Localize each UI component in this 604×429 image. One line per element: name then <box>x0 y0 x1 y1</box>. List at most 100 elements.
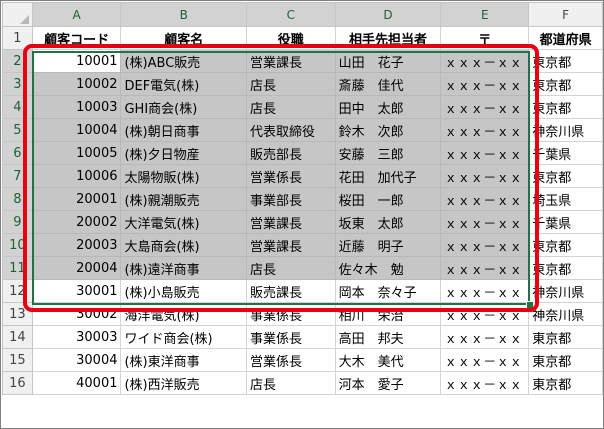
cell-a15[interactable]: 30004 <box>31 348 122 372</box>
cell-e4[interactable]: ｘｘｘ－ｘｘ <box>440 95 530 119</box>
row-header-5[interactable]: 5 <box>2 118 33 142</box>
row-header-3[interactable]: 3 <box>2 72 33 96</box>
cell-d9[interactable]: 坂東 太郎 <box>334 210 442 234</box>
cell-f1-header[interactable]: 都道府県 <box>528 26 603 50</box>
cell-c14[interactable]: 事業係長 <box>245 325 336 349</box>
row-header-8[interactable]: 8 <box>2 187 33 211</box>
cell-b8[interactable]: (株)親潮販売 <box>120 187 247 211</box>
cell-f10[interactable]: 東京都 <box>528 233 603 257</box>
cell-a2[interactable]: 10001 <box>31 49 122 73</box>
cell-b14[interactable]: ワイド商会(株) <box>120 325 247 349</box>
cell-c3[interactable]: 店長 <box>245 72 336 96</box>
cell-f4[interactable]: 東京都 <box>528 95 603 119</box>
column-header-c[interactable]: C <box>245 2 336 27</box>
cell-e12[interactable]: ｘｘｘ－ｘｘ <box>440 279 530 303</box>
cell-d1-header[interactable]: 相手先担当者 <box>334 26 442 50</box>
cell-f3[interactable]: 東京都 <box>528 72 603 96</box>
row-header-1[interactable]: 1 <box>2 26 33 50</box>
column-header-b[interactable]: B <box>120 2 247 27</box>
cell-f8[interactable]: 埼玉県 <box>528 187 603 211</box>
cell-e10[interactable]: ｘｘｘ－ｘｘ <box>440 233 530 257</box>
cell-e5[interactable]: ｘｘｘ－ｘｘ <box>440 118 530 142</box>
cell-e14[interactable]: ｘｘｘ－ｘｘ <box>440 325 530 349</box>
cell-e8[interactable]: ｘｘｘ－ｘｘ <box>440 187 530 211</box>
cell-a11[interactable]: 20004 <box>31 256 122 280</box>
cell-f2[interactable]: 東京都 <box>528 49 603 73</box>
cell-a7[interactable]: 10006 <box>31 164 122 188</box>
cell-c11[interactable]: 店長 <box>245 256 336 280</box>
cell-e11[interactable]: ｘｘｘ－ｘｘ <box>440 256 530 280</box>
cell-f7[interactable]: 東京都 <box>528 164 603 188</box>
cell-a1-header[interactable]: 顧客コード <box>31 26 122 50</box>
cell-f14[interactable]: 東京都 <box>528 325 603 349</box>
cell-f6[interactable]: 千葉県 <box>528 141 603 165</box>
cell-d8[interactable]: 桜田 一郎 <box>334 187 442 211</box>
column-header-d[interactable]: D <box>334 2 442 27</box>
row-header-6[interactable]: 6 <box>2 141 33 165</box>
cell-e13[interactable]: ｘｘｘ－ｘｘ <box>440 302 530 326</box>
row-header-4[interactable]: 4 <box>2 95 33 119</box>
cell-b11[interactable]: (株)遠洋商事 <box>120 256 247 280</box>
cell-c1-header[interactable]: 役職 <box>245 26 336 50</box>
cell-e3[interactable]: ｘｘｘ－ｘｘ <box>440 72 530 96</box>
cell-c9[interactable]: 営業課長 <box>245 210 336 234</box>
cell-e15[interactable]: ｘｘｘ－ｘｘ <box>440 348 530 372</box>
cell-d5[interactable]: 鈴木 次郎 <box>334 118 442 142</box>
cell-b13[interactable]: 海洋電気(株) <box>120 302 247 326</box>
cell-c7[interactable]: 営業係長 <box>245 164 336 188</box>
cell-b12[interactable]: (株)小島販売 <box>120 279 247 303</box>
cell-d14[interactable]: 高田 邦夫 <box>334 325 442 349</box>
cell-d12[interactable]: 岡本 奈々子 <box>334 279 442 303</box>
cell-e16[interactable]: ｘｘｘ－ｘｘ <box>440 371 530 395</box>
cell-d4[interactable]: 田中 太郎 <box>334 95 442 119</box>
cell-a12[interactable]: 30001 <box>31 279 122 303</box>
cell-d16[interactable]: 河本 愛子 <box>334 371 442 395</box>
cell-f9[interactable]: 千葉県 <box>528 210 603 234</box>
cell-c5[interactable]: 代表取締役 <box>245 118 336 142</box>
cell-a5[interactable]: 10004 <box>31 118 122 142</box>
cell-b4[interactable]: GHI商会(株) <box>120 95 247 119</box>
cell-b5[interactable]: (株)朝日商事 <box>120 118 247 142</box>
cell-e1-header[interactable]: 〒 <box>440 26 530 50</box>
cell-a4[interactable]: 10003 <box>31 95 122 119</box>
row-header-14[interactable]: 14 <box>2 325 33 349</box>
cell-b6[interactable]: (株)夕日物産 <box>120 141 247 165</box>
column-header-e[interactable]: E <box>440 2 530 27</box>
cell-c12[interactable]: 販売課長 <box>245 279 336 303</box>
row-header-2[interactable]: 2 <box>2 49 33 73</box>
cell-b1-header[interactable]: 顧客名 <box>120 26 247 50</box>
cell-b7[interactable]: 太陽物販(株) <box>120 164 247 188</box>
cell-f13[interactable]: 神奈川県 <box>528 302 603 326</box>
cell-a9[interactable]: 20002 <box>31 210 122 234</box>
cell-e7[interactable]: ｘｘｘ－ｘｘ <box>440 164 530 188</box>
cell-e6[interactable]: ｘｘｘ－ｘｘ <box>440 141 530 165</box>
row-header-11[interactable]: 11 <box>2 256 33 280</box>
cell-d7[interactable]: 花田 加代子 <box>334 164 442 188</box>
cell-c16[interactable]: 店長 <box>245 371 336 395</box>
cell-b9[interactable]: 大洋電気(株) <box>120 210 247 234</box>
cell-d3[interactable]: 斎藤 佳代 <box>334 72 442 96</box>
row-header-16[interactable]: 16 <box>2 371 33 395</box>
cell-b16[interactable]: (株)西洋販売 <box>120 371 247 395</box>
cell-a10[interactable]: 20003 <box>31 233 122 257</box>
row-header-7[interactable]: 7 <box>2 164 33 188</box>
cell-a14[interactable]: 30003 <box>31 325 122 349</box>
cell-d13[interactable]: 相川 栄治 <box>334 302 442 326</box>
row-header-13[interactable]: 13 <box>2 302 33 326</box>
column-header-f[interactable]: F <box>528 2 603 27</box>
cell-d15[interactable]: 大木 美代 <box>334 348 442 372</box>
cell-f5[interactable]: 神奈川県 <box>528 118 603 142</box>
row-header-12[interactable]: 12 <box>2 279 33 303</box>
cell-c10[interactable]: 営業課長 <box>245 233 336 257</box>
cell-a3[interactable]: 10002 <box>31 72 122 96</box>
cell-c4[interactable]: 店長 <box>245 95 336 119</box>
row-header-9[interactable]: 9 <box>2 210 33 234</box>
cell-b15[interactable]: (株)東洋商事 <box>120 348 247 372</box>
cell-f16[interactable]: 東京都 <box>528 371 603 395</box>
cell-e9[interactable]: ｘｘｘ－ｘｘ <box>440 210 530 234</box>
cell-b10[interactable]: 大島商会(株) <box>120 233 247 257</box>
cell-d11[interactable]: 佐々木 勉 <box>334 256 442 280</box>
cell-a6[interactable]: 10005 <box>31 141 122 165</box>
cell-a13[interactable]: 30002 <box>31 302 122 326</box>
cell-b3[interactable]: DEF電気(株) <box>120 72 247 96</box>
